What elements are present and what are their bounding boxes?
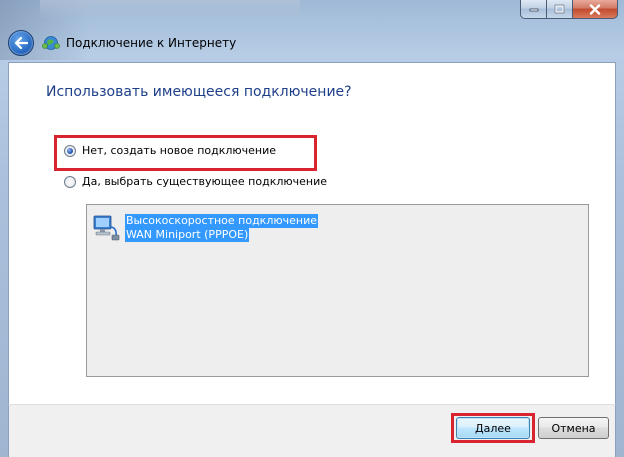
window-title: Подключение к Интернету xyxy=(66,36,237,50)
maximize-button[interactable] xyxy=(547,0,573,19)
maximize-icon xyxy=(554,4,565,14)
nav-bar: Подключение к Интернету xyxy=(8,28,616,58)
broadband-connection-icon xyxy=(91,214,121,242)
wizard-footer: Далее Отмена xyxy=(8,404,616,457)
close-button[interactable] xyxy=(573,0,618,19)
next-button[interactable]: Далее xyxy=(456,417,530,439)
radio-create-new-label[interactable]: Нет, создать новое подключение xyxy=(82,144,276,157)
arrow-left-icon xyxy=(14,37,28,49)
cancel-button[interactable]: Отмена xyxy=(538,417,609,439)
radio-create-new[interactable]: Нет, создать новое подключение xyxy=(64,144,276,157)
radio-use-existing[interactable]: Да, выбрать существующее подключение xyxy=(64,175,327,188)
page-heading: Использовать имеющееся подключение? xyxy=(46,84,352,100)
wizard-content: Использовать имеющееся подключение? Нет,… xyxy=(8,62,616,404)
radio-selected-icon[interactable] xyxy=(64,144,76,157)
connection-device: WAN Miniport (PPPOE) xyxy=(125,228,250,242)
connection-item[interactable]: Высокоскоростное подключение WAN Minipor… xyxy=(91,214,318,242)
close-icon xyxy=(589,3,601,15)
minimize-icon xyxy=(529,8,538,12)
radio-unselected-icon[interactable] xyxy=(64,175,76,188)
radio-use-existing-label[interactable]: Да, выбрать существующее подключение xyxy=(82,175,327,188)
caption-buttons xyxy=(520,0,618,19)
back-button[interactable] xyxy=(8,30,34,56)
connections-list[interactable]: Высокоскоростное подключение WAN Minipor… xyxy=(86,204,589,377)
minimize-button[interactable] xyxy=(520,0,547,19)
connection-name: Высокоскоростное подключение xyxy=(125,214,318,228)
network-icon xyxy=(42,35,60,51)
